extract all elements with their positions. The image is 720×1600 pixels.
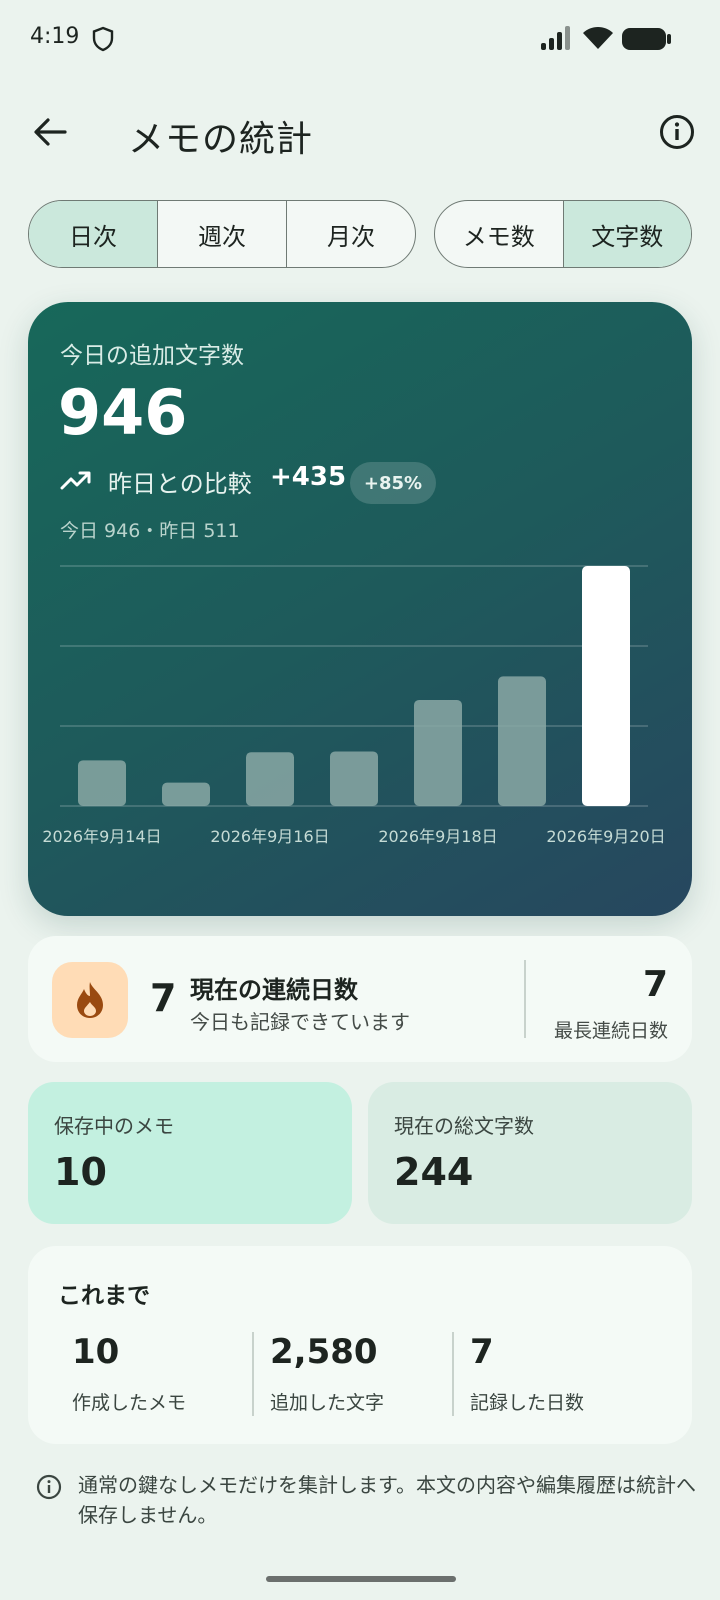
- saved-memos-value: 10: [54, 1150, 107, 1194]
- signal-icon: [541, 26, 570, 50]
- compare-detail: 今日 946・昨日 511: [60, 520, 240, 542]
- tab-daily[interactable]: 日次: [29, 201, 158, 267]
- longest-streak-value: 7: [642, 964, 668, 1005]
- history-value: 7: [470, 1332, 494, 1372]
- history-label: 記録した日数: [470, 1392, 585, 1414]
- history-value: 2,580: [270, 1332, 378, 1372]
- battery-icon: [622, 28, 671, 50]
- chart-x-tick-label: 2026年9月16日: [210, 827, 329, 846]
- period-selector: 日次 週次 月次: [28, 200, 416, 268]
- chart-bar[interactable]: [330, 751, 378, 806]
- history-label: 追加した文字: [270, 1392, 385, 1414]
- compare-label: 昨日との比較: [108, 470, 252, 498]
- chart-x-tick-label: 2026年9月20日: [546, 827, 665, 846]
- divider: [524, 960, 526, 1038]
- history-label: 作成したメモ: [72, 1392, 187, 1414]
- trending-up-icon: [60, 471, 91, 490]
- compare-percent-badge: +85%: [350, 462, 436, 504]
- current-streak-subtitle: 今日も記録できています: [190, 1010, 410, 1034]
- compare-diff: +435: [270, 462, 347, 492]
- chart-bar[interactable]: [582, 566, 630, 806]
- tab-memo-count[interactable]: メモ数: [435, 201, 564, 267]
- page-title: メモの統計: [128, 119, 314, 160]
- chart-x-tick-label: 2026年9月18日: [378, 827, 497, 846]
- fire-tile: [52, 962, 128, 1038]
- chart-bar[interactable]: [414, 699, 462, 806]
- metric-selector: メモ数 文字数: [434, 200, 692, 268]
- status-bar: 4:19: [0, 0, 720, 80]
- streak-card: 7 現在の連続日数 今日も記録できています 7 最長連続日数: [28, 936, 692, 1062]
- wifi-icon: [583, 27, 613, 49]
- arrow-back-icon: [34, 118, 67, 146]
- chart-bar[interactable]: [498, 676, 546, 806]
- footnote-text: 通常の鍵なしメモだけを集計します。本文の内容や編集履歴は統計へ保存しません。: [78, 1473, 696, 1527]
- info-icon: [36, 1474, 62, 1500]
- divider: [452, 1332, 454, 1416]
- app-bar: メモの統計: [0, 96, 720, 168]
- fire-icon: [77, 982, 103, 1018]
- history-chars-added: 2,580 追加した文字: [270, 1332, 470, 1422]
- total-chars-card: 現在の総文字数 244: [368, 1082, 692, 1224]
- chart-x-tick-label: 2026年9月14日: [42, 827, 161, 846]
- home-indicator[interactable]: [266, 1576, 456, 1582]
- tab-monthly[interactable]: 月次: [287, 201, 415, 267]
- history-memos-created: 10 作成したメモ: [72, 1332, 272, 1422]
- tab-char-count[interactable]: 文字数: [563, 201, 691, 267]
- current-streak-value: 7: [150, 976, 177, 1020]
- status-time: 4:19: [30, 24, 80, 49]
- history-card: これまで 10 作成したメモ 2,580 追加した文字 7 記録した日数: [28, 1246, 692, 1444]
- today-label: 今日の追加文字数: [60, 343, 244, 369]
- divider: [252, 1332, 254, 1416]
- today-stats-card: 2026年9月14日 2026年9月16日 2026年9月18日 2026年9月20日…: [28, 302, 692, 916]
- saved-memos-label: 保存中のメモ: [54, 1114, 174, 1138]
- chart-bar[interactable]: [162, 782, 210, 806]
- info-button[interactable]: [653, 108, 701, 156]
- chart-bar[interactable]: [246, 752, 294, 806]
- total-chars-label: 現在の総文字数: [394, 1114, 534, 1138]
- history-days-recorded: 7 記録した日数: [470, 1332, 670, 1422]
- today-value: 946: [58, 376, 188, 449]
- total-chars-value: 244: [394, 1150, 474, 1194]
- current-streak-title: 現在の連続日数: [190, 976, 358, 1004]
- info-icon: [660, 115, 694, 149]
- history-value: 10: [72, 1332, 120, 1372]
- shield-icon: [92, 26, 114, 52]
- chart-bar[interactable]: [78, 760, 126, 806]
- tab-weekly[interactable]: 週次: [158, 201, 287, 267]
- longest-streak-label: 最長連続日数: [553, 1020, 668, 1042]
- saved-memos-card: 保存中のメモ 10: [28, 1082, 352, 1224]
- back-button[interactable]: [26, 108, 74, 156]
- history-title: これまで: [58, 1283, 150, 1309]
